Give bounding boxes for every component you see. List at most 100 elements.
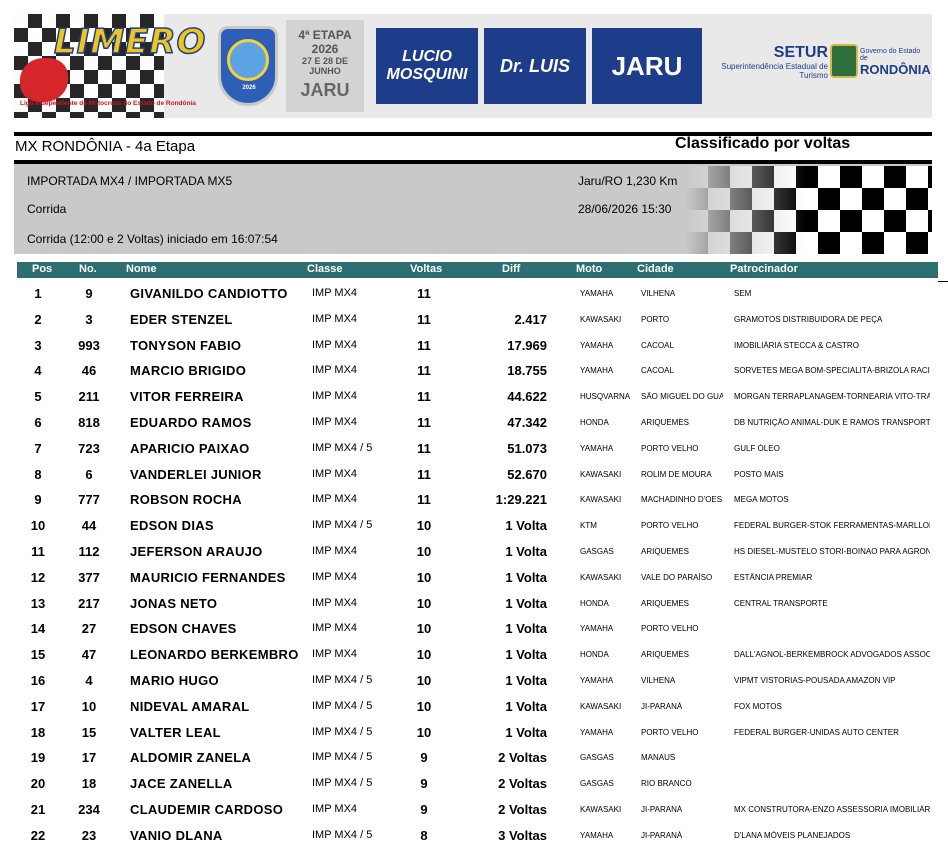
cell-diff: 1 Volta (505, 647, 547, 663)
cell-patrocinador: VIPMT VISTORIAS-POUSADA AMAZON VIP (734, 676, 896, 685)
table-row: 7 723 APARICIO PAIXAO IMP MX4 / 5 11 51.… (0, 441, 948, 467)
table-row: 14 27 EDSON CHAVES IMP MX4 10 1 Volta YA… (0, 621, 948, 647)
cell-diff: 1 Volta (505, 569, 547, 585)
cell-moto: YAMAHA (580, 443, 614, 453)
cell-pos: 2 (34, 311, 42, 327)
cell-classe: IMP MX4 (312, 390, 358, 403)
etapa-number: 4ª ETAPA (298, 28, 352, 42)
cell-moto: HUSQVARNA (580, 392, 631, 402)
table-row: 12 377 MAURICIO FERNANDES IMP MX4 10 1 V… (0, 570, 948, 596)
cell-nome: CLAUDEMIR CARDOSO (130, 802, 284, 817)
event-title: MX RONDÔNIA - 4a Etapa (15, 138, 196, 155)
cell-cidade: VILHENA (641, 289, 676, 298)
cell-pos: 9 (34, 492, 42, 508)
cell-pos: 16 (30, 673, 46, 688)
results-table-header: Pos No. Nome Classe Voltas Diff Moto Cid… (17, 262, 938, 278)
cell-diff: 18.755 (507, 363, 547, 379)
cell-voltas: 11 (417, 415, 431, 430)
cell-nome: VANIO DLANA (130, 827, 223, 843)
cell-nome: LEONARDO BERKEMBRO (130, 647, 299, 663)
cell-diff: 2 Voltas (498, 750, 547, 766)
table-row: 5 211 VITOR FERREIRA IMP MX4 11 44.622 H… (0, 389, 948, 415)
cell-patrocinador: GRAMOTOS DISTRIBUIDORA DE PEÇA (734, 314, 883, 324)
sponsor-logo-mosquini: LUCIO MOSQUINI (376, 28, 478, 104)
cell-voltas: 10 (416, 544, 432, 559)
cell-classe: IMP MX4 (312, 596, 358, 609)
cell-voltas: 11 (417, 389, 431, 405)
cell-classe: IMP MX4 / 5 (312, 674, 373, 686)
cell-no: 377 (78, 569, 100, 585)
cell-diff: 47.342 (507, 415, 547, 430)
cell-no: 234 (78, 802, 100, 817)
cell-pos: 14 (30, 621, 46, 637)
cell-moto: YAMAHA (580, 624, 614, 634)
cell-moto: GASGAS (580, 547, 614, 556)
cell-cidade: JI-PARANÁ (641, 805, 683, 814)
cell-voltas: 11 (417, 286, 431, 301)
cell-moto: YAMAHA (580, 366, 614, 376)
table-row: 19 17 ALDOMIR ZANELA IMP MX4 / 5 9 2 Vol… (0, 750, 948, 776)
cell-no: 47 (81, 647, 97, 663)
cell-cidade: PORTO (641, 314, 670, 324)
cell-pos: 13 (30, 595, 46, 611)
cell-cidade: ROLIM DE MOURA (641, 469, 712, 479)
cell-moto: HONDA (580, 650, 609, 660)
cell-pos: 1 (34, 286, 42, 301)
col-diff: Diff (502, 263, 521, 275)
government-line1: Governo do Estado de (860, 48, 921, 62)
cell-pos: 12 (30, 569, 46, 585)
cell-cidade: RIO BRANCO (641, 779, 692, 789)
cell-pos: 8 (34, 466, 42, 482)
cell-patrocinador: FEDERAL BURGER-UNIDAS AUTO CENTER (734, 727, 899, 737)
cell-nome: VANDERLEI JUNIOR (130, 466, 262, 482)
cell-diff: 2.417 (514, 311, 547, 327)
cell-no: 112 (78, 544, 100, 559)
cell-patrocinador: MORGAN TERRAPLANAGEM-TORNEARIA VITO-TRAT… (734, 392, 930, 402)
cell-classe: IMP MX4 (312, 648, 358, 661)
cell-patrocinador: D'LANA MÓVEIS PLANEJADOS (734, 830, 851, 840)
cell-voltas: 11 (417, 466, 431, 482)
cell-nome: EDUARDO RAMOS (130, 415, 252, 430)
cell-no: 9 (85, 286, 93, 301)
cell-diff: 1 Volta (505, 595, 547, 611)
cell-no: 777 (78, 492, 100, 508)
col-nome: Nome (126, 263, 157, 275)
cell-pos: 11 (31, 544, 45, 559)
cell-patrocinador: GULF ÓLEO (734, 443, 780, 453)
cell-moto: YAMAHA (580, 727, 614, 737)
cell-voltas: 10 (416, 647, 432, 663)
cell-nome: ROBSON ROCHA (130, 492, 242, 508)
cell-voltas: 10 (416, 698, 432, 714)
cell-moto: YAMAHA (580, 289, 614, 298)
cell-moto: KTM (580, 521, 597, 531)
cell-nome: JONAS NETO (130, 595, 218, 611)
cell-diff: 3 Voltas (498, 827, 547, 843)
cell-patrocinador: DB NUTRIÇÃO ANIMAL-DUK E RAMOS TRANSPORT… (734, 418, 930, 427)
cell-voltas: 11 (417, 311, 431, 327)
table-row: 8 6 VANDERLEI JUNIOR IMP MX4 11 52.670 K… (0, 467, 948, 493)
cell-classe: IMP MX4 (312, 803, 358, 815)
cell-no: 6 (85, 466, 93, 482)
table-row: 10 44 EDSON DIAS IMP MX4 / 5 10 1 Volta … (0, 518, 948, 544)
sponsor-logo-luis: Dr. LUIS (484, 28, 586, 104)
cell-classe: IMP MX4 / 5 (312, 519, 373, 532)
table-row: 3 993 TONYSON FABIO IMP MX4 11 17.969 YA… (0, 338, 948, 364)
government-line2: RONDÔNIA (860, 62, 931, 77)
table-row: 9 777 ROBSON ROCHA IMP MX4 11 1:29.221 K… (0, 492, 948, 518)
cell-patrocinador: MEGA MOTOS (734, 495, 789, 505)
table-row: 11 112 JEFERSON ARAUJO IMP MX4 10 1 Volt… (0, 544, 948, 570)
table-row: 18 15 VALTER LEAL IMP MX4 / 5 10 1 Volta… (0, 725, 948, 751)
race-datetime: 28/06/2026 15:30 (578, 202, 672, 216)
cell-classe: IMP MX4 (312, 364, 358, 377)
cell-pos: 15 (30, 647, 46, 663)
cell-patrocinador: CENTRAL TRANSPORTE (734, 598, 828, 608)
cell-cidade: JI-PARANÁ (641, 701, 683, 711)
cell-nome: VALTER LEAL (130, 724, 221, 740)
cell-diff: 1 Volta (505, 544, 547, 559)
cell-voltas: 9 (420, 776, 428, 792)
cell-cidade: PORTO VELHO (641, 521, 699, 531)
cell-voltas: 10 (416, 569, 432, 585)
cell-pos: 19 (30, 750, 46, 766)
col-cidade: Cidade (637, 263, 674, 275)
cell-no: 723 (78, 440, 100, 456)
